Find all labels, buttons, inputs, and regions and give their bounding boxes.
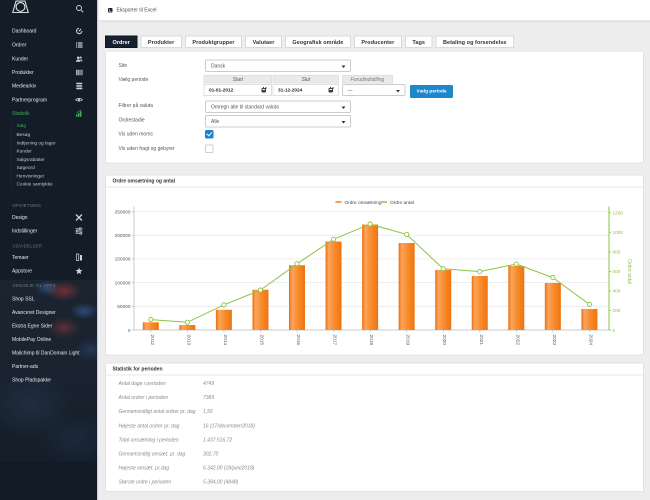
svg-text:0: 0 (128, 328, 131, 334)
svg-text:2016: 2016 (295, 335, 301, 346)
svg-text:2013: 2013 (185, 335, 191, 346)
svg-text:200000: 200000 (115, 233, 131, 239)
svg-text:250000: 250000 (115, 209, 131, 215)
svg-text:2019: 2019 (405, 335, 411, 346)
svg-text:Ordre omsætning: Ordre omsætning (345, 200, 382, 206)
svg-text:2015: 2015 (258, 335, 264, 346)
svg-text:2017: 2017 (332, 335, 338, 346)
svg-text:600: 600 (613, 269, 621, 275)
svg-text:2023: 2023 (551, 335, 557, 346)
svg-text:150000: 150000 (115, 257, 131, 263)
svg-text:2018: 2018 (368, 335, 374, 346)
svg-text:50000: 50000 (117, 304, 131, 310)
svg-text:400: 400 (613, 289, 621, 295)
svg-text:2022: 2022 (514, 335, 520, 346)
svg-text:1000: 1000 (613, 230, 624, 236)
svg-text:1200: 1200 (613, 211, 624, 217)
svg-text:2014: 2014 (222, 335, 228, 346)
svg-text:Ordre antal: Ordre antal (626, 259, 632, 284)
svg-text:0: 0 (613, 328, 616, 334)
svg-text:Ordre antal: Ordre antal (390, 200, 414, 206)
svg-text:100000: 100000 (115, 280, 131, 286)
svg-text:2012: 2012 (149, 335, 155, 346)
svg-text:2020: 2020 (441, 335, 447, 346)
svg-text:800: 800 (613, 250, 621, 256)
svg-text:2024: 2024 (587, 335, 593, 346)
svg-text:200: 200 (613, 308, 621, 314)
svg-text:2021: 2021 (478, 335, 484, 346)
